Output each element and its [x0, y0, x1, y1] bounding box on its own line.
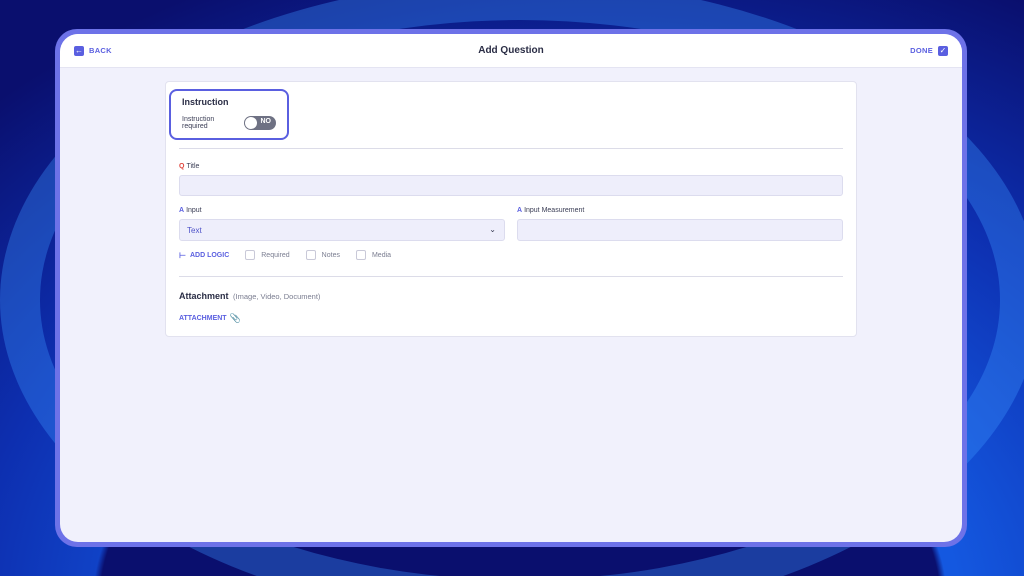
done-button[interactable]: DONE ✓: [910, 45, 948, 56]
input-measurement-field[interactable]: [517, 219, 843, 241]
done-label: DONE: [910, 46, 933, 55]
measurement-label-text: Input Measurement: [524, 207, 585, 214]
question-marker: Q: [179, 163, 185, 170]
instruction-required-row: Instruction required NO: [182, 116, 276, 130]
arrow-left-icon: ←: [74, 45, 84, 56]
answer-marker: A: [179, 207, 185, 214]
notes-checkbox[interactable]: Notes: [305, 250, 340, 260]
attachment-subheading: (Image, Video, Document): [233, 292, 321, 301]
toggle-knob: [245, 117, 258, 129]
answer-marker: A: [517, 207, 523, 214]
back-button[interactable]: ← BACK: [74, 45, 112, 56]
checkbox-box: [355, 250, 366, 260]
title-input[interactable]: [179, 175, 843, 196]
attachment-button[interactable]: ATTACHMENT 📎: [179, 313, 241, 324]
check-icon: ✓: [938, 45, 948, 56]
top-bar: ← BACK Add Question DONE ✓: [60, 34, 962, 68]
instruction-required-label: Instruction required: [182, 116, 215, 130]
instruction-heading: Instruction: [182, 97, 229, 107]
instruction-required-toggle[interactable]: NO: [244, 116, 276, 130]
device-frame: ← BACK Add Question DONE ✓ Instruction I…: [55, 29, 967, 547]
checkbox-box: [305, 250, 316, 260]
paperclip-icon: 📎: [229, 313, 241, 323]
input-field-label: A Input: [179, 207, 202, 214]
attachment-button-label: ATTACHMENT: [179, 315, 227, 322]
question-card: Instruction Instruction required NO Q Tit…: [165, 81, 857, 337]
toggle-state-text: NO: [260, 118, 272, 125]
attachment-heading-text: Attachment: [179, 291, 229, 301]
back-label: BACK: [89, 46, 112, 55]
notes-label: Notes: [321, 251, 340, 259]
required-label: Required: [261, 251, 290, 259]
input-type-select[interactable]: Text ⌄: [179, 219, 505, 241]
title-label-text: Title: [186, 163, 200, 170]
app-screen: ← BACK Add Question DONE ✓ Instruction I…: [60, 34, 962, 542]
attachment-heading: Attachment (Image, Video, Document): [179, 291, 320, 301]
question-options-row: ⊢ ADD LOGIC Required Notes Media: [179, 250, 391, 260]
instruction-section: Instruction Instruction required NO: [169, 89, 289, 140]
chevron-down-icon: ⌄: [489, 225, 496, 234]
media-label: Media: [371, 251, 392, 259]
media-checkbox[interactable]: Media: [355, 250, 392, 260]
input-type-value: Text: [187, 225, 202, 235]
add-logic-label: ADD LOGIC: [189, 251, 230, 259]
branch-icon: ⊢: [179, 250, 186, 260]
checkbox-box: [245, 250, 256, 260]
page-title: Add Question: [478, 45, 544, 56]
divider: [179, 276, 843, 277]
required-checkbox[interactable]: Required: [245, 250, 290, 260]
measurement-field-label: A Input Measurement: [517, 207, 584, 214]
input-label-text: Input: [186, 207, 202, 214]
add-logic-button[interactable]: ⊢ ADD LOGIC: [179, 251, 229, 260]
divider: [179, 148, 843, 149]
title-field-label: Q Title: [179, 163, 199, 170]
